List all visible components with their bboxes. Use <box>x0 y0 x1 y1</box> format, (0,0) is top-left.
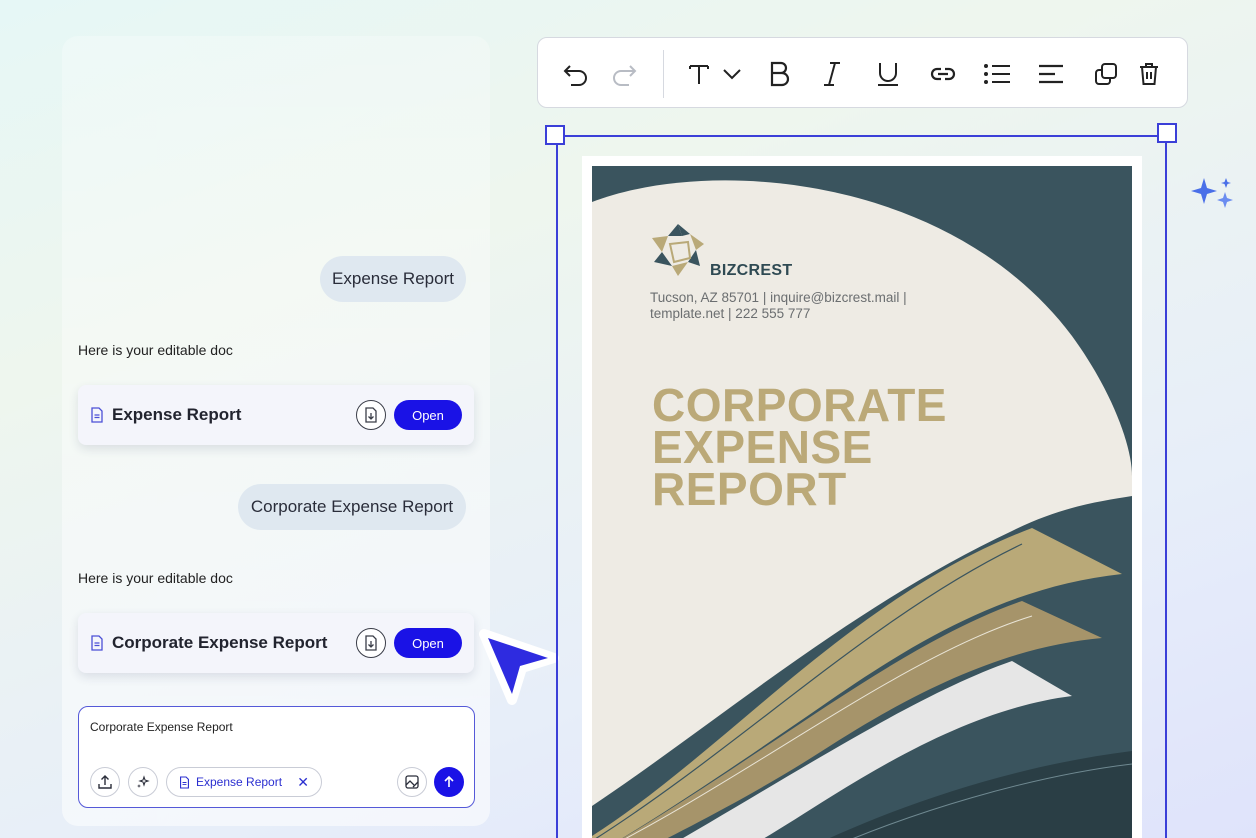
user-message-bubble: Corporate Expense Report <box>238 484 466 530</box>
text-style-button[interactable] <box>683 58 715 90</box>
document-icon <box>91 407 103 423</box>
duplicate-button[interactable] <box>1090 58 1122 90</box>
assistant-message-text: Here is your editable doc <box>78 570 233 586</box>
chip-label: Expense Report <box>196 775 283 789</box>
download-button[interactable] <box>356 400 386 430</box>
send-button[interactable] <box>434 767 464 797</box>
redo-icon <box>613 65 637 86</box>
doc-card-title: Corporate Expense Report <box>112 633 328 652</box>
image-button[interactable] <box>397 767 427 797</box>
redo-button[interactable] <box>608 58 640 90</box>
attached-doc-chip[interactable]: Expense Report ✕ <box>166 767 322 797</box>
message-composer[interactable]: Corporate Expense Report Expense Report … <box>78 706 475 808</box>
list-icon <box>984 64 1010 84</box>
editor-toolbar <box>537 37 1188 108</box>
align-left-icon <box>1039 64 1063 84</box>
ai-magic-button[interactable] <box>128 767 158 797</box>
open-button[interactable]: Open <box>394 400 462 430</box>
italic-button[interactable] <box>816 58 848 90</box>
doc-card-title: Expense Report <box>112 405 242 424</box>
toolbar-divider <box>663 50 664 98</box>
resize-handle-top-left[interactable] <box>545 125 565 145</box>
assistant-message-text: Here is your editable doc <box>78 342 233 358</box>
arrow-up-icon <box>444 775 454 787</box>
upload-icon <box>98 775 112 789</box>
link-icon <box>930 67 956 81</box>
upload-button[interactable] <box>90 767 120 797</box>
user-message-text: Expense Report <box>332 269 454 288</box>
sparkle-icon <box>137 775 150 788</box>
resize-handle-top-right[interactable] <box>1157 123 1177 143</box>
undo-icon <box>563 65 587 86</box>
ai-sparkle-icon <box>1191 178 1233 208</box>
text-style-icon <box>689 65 709 84</box>
user-message-bubble: Expense Report <box>320 256 466 302</box>
document-icon <box>180 775 189 789</box>
undo-button[interactable] <box>560 58 592 90</box>
download-icon <box>365 635 377 651</box>
open-button[interactable]: Open <box>394 628 462 658</box>
bold-icon <box>770 61 790 87</box>
doc-card[interactable]: Corporate Expense Report Open <box>78 613 474 673</box>
remove-chip-button[interactable]: ✕ <box>297 774 309 791</box>
download-icon <box>365 407 377 423</box>
italic-icon <box>824 62 840 86</box>
bullet-list-button[interactable] <box>981 58 1013 90</box>
duplicate-icon <box>1095 63 1117 85</box>
download-button[interactable] <box>356 628 386 658</box>
text-style-dropdown[interactable] <box>716 58 748 90</box>
pointer-cursor-icon <box>479 629 559 705</box>
align-button[interactable] <box>1035 58 1067 90</box>
bold-button[interactable] <box>763 58 795 90</box>
selection-frame <box>556 135 1167 838</box>
underline-icon <box>878 63 898 86</box>
underline-button[interactable] <box>872 58 904 90</box>
delete-icon <box>1140 63 1158 85</box>
doc-card[interactable]: Expense Report Open <box>78 385 474 445</box>
image-edit-icon <box>405 775 419 789</box>
document-icon <box>91 635 103 651</box>
user-message-text: Corporate Expense Report <box>250 497 454 516</box>
link-button[interactable] <box>927 58 959 90</box>
chevron-down-icon <box>723 69 741 80</box>
composer-input[interactable]: Corporate Expense Report <box>90 720 233 734</box>
delete-button[interactable] <box>1133 58 1165 90</box>
